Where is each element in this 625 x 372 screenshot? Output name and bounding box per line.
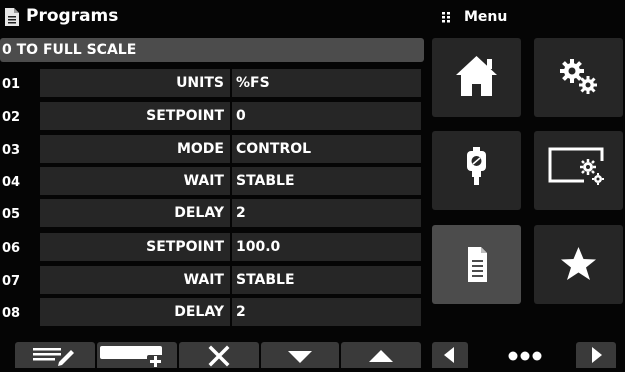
step-parameter[interactable]: WAIT <box>40 167 230 195</box>
step-number: 07 <box>2 274 21 289</box>
delete-step-button[interactable] <box>179 342 259 368</box>
favorites-tile[interactable] <box>534 225 623 304</box>
step-value[interactable]: 2 <box>232 298 421 326</box>
insert-step-button[interactable] <box>97 342 177 368</box>
move-down-icon <box>288 351 312 363</box>
step-parameter[interactable]: SETPOINT <box>40 102 230 130</box>
home-icon <box>456 56 497 96</box>
step-parameter[interactable]: WAIT <box>40 266 230 294</box>
menu-title: Menu <box>464 9 508 25</box>
step-value[interactable]: STABLE <box>232 167 421 195</box>
step-parameter[interactable]: DELAY <box>40 199 230 227</box>
page-dots-icon <box>508 351 542 361</box>
step-parameter[interactable]: DELAY <box>40 298 230 326</box>
programs-tile[interactable] <box>432 225 521 304</box>
step-value[interactable]: 0 <box>232 102 421 130</box>
next-page-button[interactable] <box>576 342 616 368</box>
step-parameter[interactable]: UNITS <box>40 69 230 97</box>
edit-step-button[interactable] <box>15 342 95 368</box>
display-settings-icon <box>548 147 606 185</box>
step-number: 06 <box>2 241 21 256</box>
favorites-icon <box>561 247 596 280</box>
step-value[interactable]: 100.0 <box>232 233 421 261</box>
step-number: 08 <box>2 306 21 321</box>
home-tile[interactable] <box>432 38 521 117</box>
document-icon <box>5 8 19 26</box>
prev-page-button[interactable] <box>432 342 468 368</box>
step-value[interactable]: 2 <box>232 199 421 227</box>
step-parameter[interactable]: MODE <box>40 135 230 163</box>
delete-icon <box>208 345 230 367</box>
settings-tile[interactable] <box>534 38 623 117</box>
program-title[interactable]: 0 TO FULL SCALE <box>0 38 424 62</box>
grid-icon[interactable] <box>440 11 452 23</box>
step-value[interactable]: %FS <box>232 69 421 97</box>
next-page-icon <box>592 347 602 363</box>
page-title: Programs <box>26 6 119 26</box>
sensor-icon <box>467 147 486 185</box>
step-number: 03 <box>2 143 21 158</box>
move-down-button[interactable] <box>261 342 339 368</box>
header-bar: Programs <box>0 0 420 36</box>
edit-icon <box>33 348 74 366</box>
step-parameter[interactable]: SETPOINT <box>40 233 230 261</box>
step-number: 05 <box>2 207 21 222</box>
step-value[interactable]: STABLE <box>232 266 421 294</box>
settings-icon <box>560 59 597 94</box>
step-value[interactable]: CONTROL <box>232 135 421 163</box>
step-number: 01 <box>2 77 21 92</box>
prev-page-icon <box>444 347 454 363</box>
insert-step-icon <box>100 346 165 368</box>
display-settings-tile[interactable] <box>534 131 623 210</box>
move-up-button[interactable] <box>341 342 421 368</box>
move-up-icon <box>369 350 393 362</box>
programs-icon <box>468 247 487 282</box>
step-number: 04 <box>2 175 21 190</box>
step-number: 02 <box>2 110 21 125</box>
sensor-tile[interactable] <box>432 131 521 210</box>
